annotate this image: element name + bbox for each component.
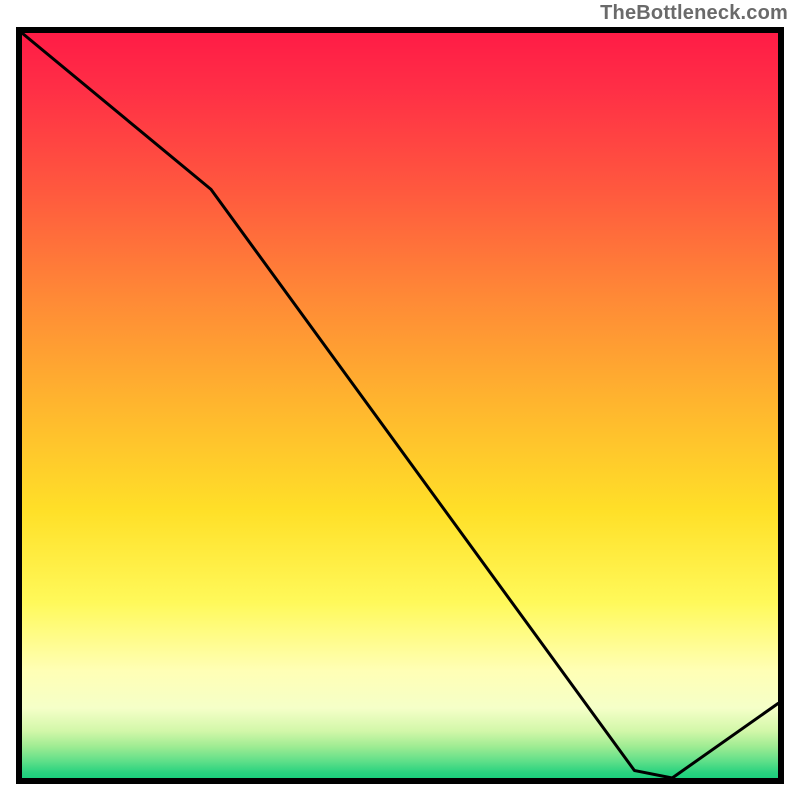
curve-svg (16, 27, 784, 784)
chart-container: TheBottleneck.com (0, 0, 800, 800)
bottleneck-curve (22, 33, 778, 778)
plot-frame (16, 27, 784, 784)
attribution-label: TheBottleneck.com (600, 2, 788, 25)
